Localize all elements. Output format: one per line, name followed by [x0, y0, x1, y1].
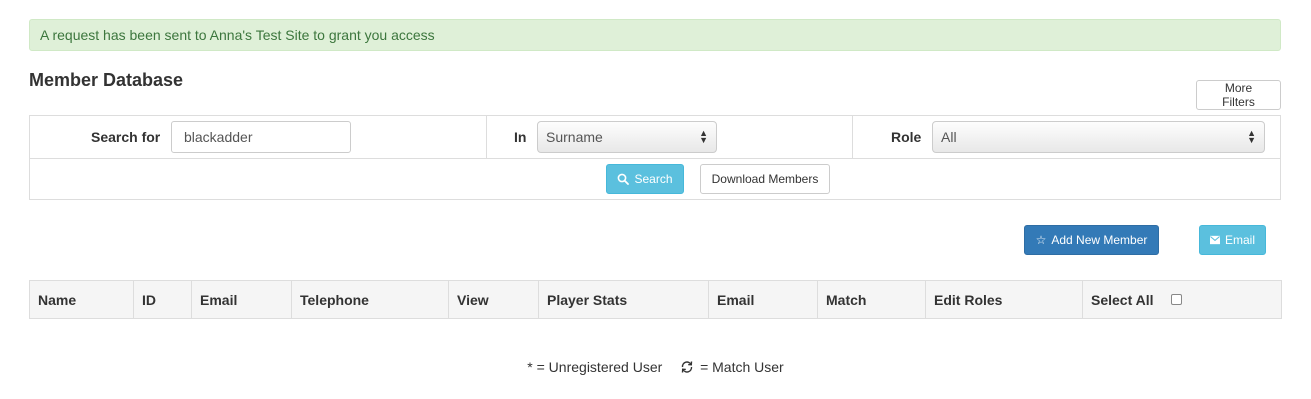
col-email-action: Email	[708, 280, 818, 319]
search-icon	[618, 173, 630, 185]
legend: * = Unregistered User = Match User	[0, 359, 1311, 375]
col-telephone[interactable]: Telephone	[291, 280, 449, 319]
download-members-button[interactable]: Download Members	[700, 164, 830, 194]
select-all-checkbox[interactable]	[1171, 294, 1183, 306]
add-new-member-button[interactable]: ☆ Add New Member	[1024, 225, 1159, 255]
search-label: Search for	[91, 129, 161, 145]
role-label: Role	[891, 129, 922, 145]
refresh-icon	[680, 359, 694, 375]
col-view: View	[448, 280, 539, 319]
col-match: Match	[817, 280, 926, 319]
add-member-label: Add New Member	[1051, 233, 1148, 247]
col-email[interactable]: Email	[191, 280, 292, 319]
col-edit-roles: Edit Roles	[925, 280, 1083, 319]
page-title: Member Database	[29, 70, 184, 90]
access-request-alert: A request has been sent to Anna's Test S…	[29, 19, 1281, 51]
alert-message: A request has been sent to Anna's Test S…	[40, 27, 435, 43]
match-user-legend: = Match User	[700, 359, 784, 375]
col-id[interactable]: ID	[133, 280, 192, 319]
search-input[interactable]	[171, 121, 351, 153]
unregistered-legend: * = Unregistered User	[527, 359, 663, 375]
col-name[interactable]: Name	[29, 280, 134, 319]
table-header-row: Name ID Email Telephone View Player Stat…	[29, 280, 1282, 319]
filter-row: Search for In Surname ▲▼ Role All ▲▼	[30, 116, 1280, 159]
col-select-all: Select All	[1082, 280, 1282, 319]
select-arrows-icon: ▲ ▼	[699, 128, 708, 145]
email-button[interactable]: Email	[1199, 225, 1266, 255]
email-button-label: Email	[1224, 233, 1255, 247]
in-cell: In Surname ▲ ▼	[487, 116, 853, 159]
role-cell: Role All ▲ ▼	[853, 116, 1281, 159]
members-table: Name ID Email Telephone View Player Stat…	[29, 280, 1282, 319]
star-icon: ☆	[1035, 233, 1047, 247]
filter-panel: Search for In Surname ▲▼ Role All ▲▼ Sea…	[29, 115, 1281, 200]
in-label: In	[514, 129, 527, 145]
search-field-value: Surname	[546, 129, 603, 145]
more-filters-button[interactable]: More Filters	[1196, 80, 1281, 110]
search-button[interactable]: Search	[606, 164, 684, 194]
search-cell: Search for	[30, 116, 487, 159]
col-player-stats: Player Stats	[538, 280, 709, 319]
select-all-label: Select All	[1091, 291, 1154, 308]
search-button-label: Search	[634, 172, 673, 186]
role-select[interactable]: All ▲ ▼	[932, 121, 1265, 153]
role-value: All	[941, 129, 957, 145]
envelope-icon	[1210, 235, 1220, 245]
select-arrows-icon: ▲ ▼	[1247, 128, 1256, 145]
search-field-select[interactable]: Surname ▲ ▼	[537, 121, 717, 153]
